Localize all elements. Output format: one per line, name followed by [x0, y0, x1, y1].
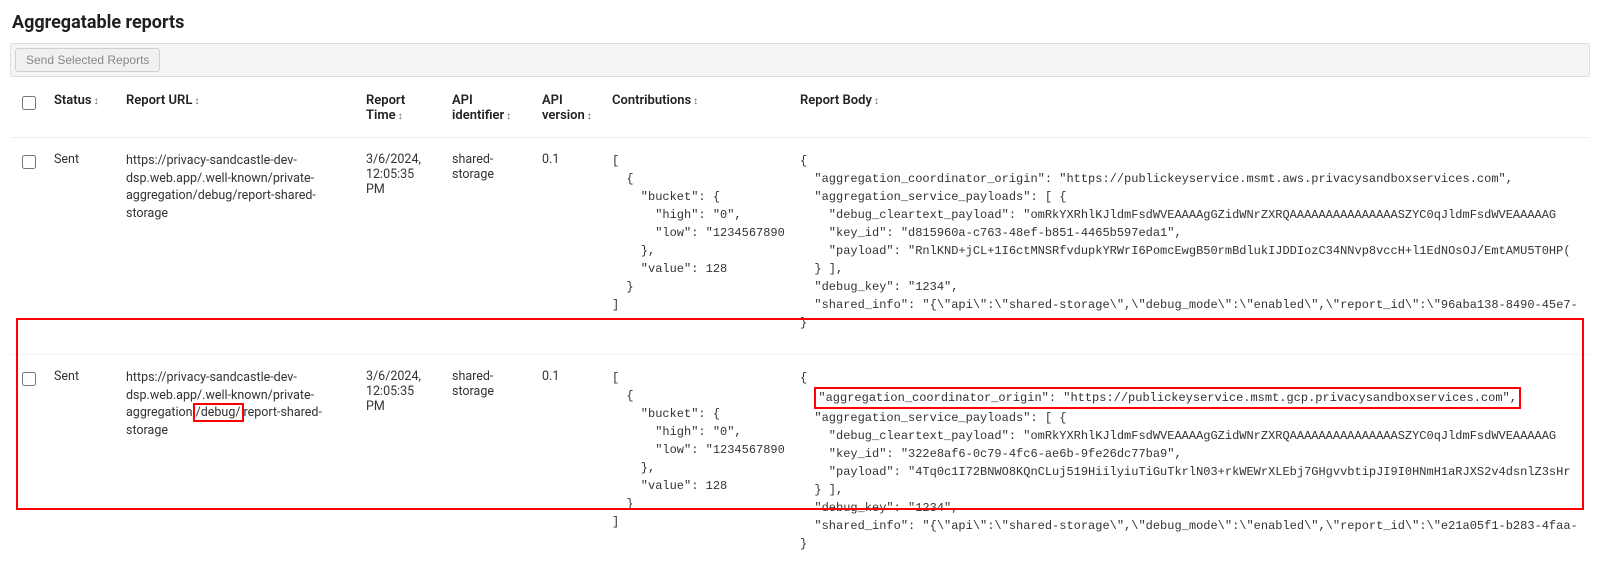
cell-body: { "aggregation_coordinator_origin": "htt…	[792, 355, 1590, 576]
cell-time: 3/6/2024, 12:05:35 PM	[358, 355, 444, 576]
col-status[interactable]: Status↕	[46, 83, 118, 138]
sort-icon: ↕	[398, 111, 403, 122]
highlight-coordinator-origin: "aggregation_coordinator_origin": "https…	[814, 387, 1521, 409]
highlight-url-segment: /debug/	[193, 403, 244, 422]
col-contrib[interactable]: Contributions↕	[604, 83, 792, 138]
page-title: Aggregatable reports	[12, 12, 1590, 33]
sort-icon: ↕	[94, 96, 99, 107]
col-api[interactable]: API identifier↕	[444, 83, 534, 138]
col-time[interactable]: Report Time↕	[358, 83, 444, 138]
sort-icon: ↕	[587, 111, 592, 122]
col-body[interactable]: Report Body↕	[792, 83, 1590, 138]
page-wrap: Aggregatable reports Send Selected Repor…	[10, 12, 1590, 575]
cell-url: https://privacy-sandcastle-dev- dsp.web.…	[118, 138, 358, 355]
sort-icon: ↕	[194, 96, 199, 107]
cell-api: shared-storage	[444, 355, 534, 576]
cell-time: 3/6/2024, 12:05:35 PM	[358, 138, 444, 355]
col-url[interactable]: Report URL↕	[118, 83, 358, 138]
sort-icon: ↕	[693, 96, 698, 107]
send-selected-button[interactable]: Send Selected Reports	[15, 48, 160, 72]
cell-contrib: [ { "bucket": { "high": "0", "low": "123…	[604, 138, 792, 355]
table-row: Sent https://privacy-sandcastle-dev- dsp…	[10, 138, 1590, 355]
cell-api: shared-storage	[444, 138, 534, 355]
cell-contrib: [ { "bucket": { "high": "0", "low": "123…	[604, 355, 792, 576]
cell-status: Sent	[46, 138, 118, 355]
table-header-row: Status↕ Report URL↕ Report Time↕ API ide…	[10, 83, 1590, 138]
reports-table: Status↕ Report URL↕ Report Time↕ API ide…	[10, 83, 1590, 575]
row-checkbox[interactable]	[22, 372, 36, 386]
sort-icon: ↕	[874, 96, 879, 107]
cell-ver: 0.1	[534, 355, 604, 576]
row-checkbox[interactable]	[22, 155, 36, 169]
col-ver[interactable]: API version↕	[534, 83, 604, 138]
cell-body: { "aggregation_coordinator_origin": "htt…	[792, 138, 1590, 355]
cell-status: Sent	[46, 355, 118, 576]
cell-ver: 0.1	[534, 138, 604, 355]
cell-url: https://privacy-sandcastle-dev- dsp.web.…	[118, 355, 358, 576]
table-row: Sent https://privacy-sandcastle-dev- dsp…	[10, 355, 1590, 576]
select-all-checkbox[interactable]	[22, 96, 36, 110]
toolbar: Send Selected Reports	[10, 43, 1590, 77]
col-select-all	[10, 83, 46, 138]
sort-icon: ↕	[506, 111, 511, 122]
